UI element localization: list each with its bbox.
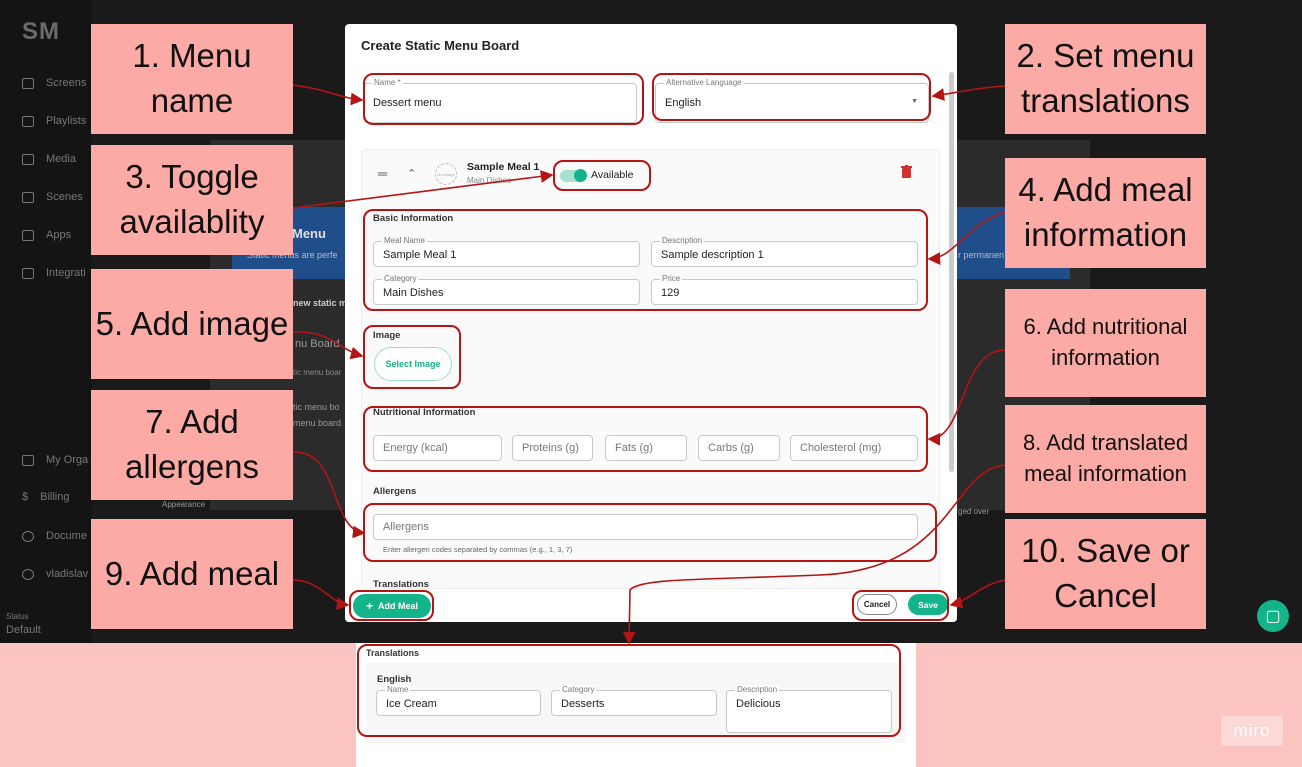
highlight-save-cancel bbox=[852, 590, 949, 621]
monitor-icon bbox=[22, 77, 34, 89]
bg-nav-media: Media bbox=[22, 153, 76, 165]
highlight-basic-info bbox=[363, 209, 928, 311]
miro-watermark: miro bbox=[1221, 716, 1283, 746]
callout-9: 9. Add meal bbox=[91, 519, 293, 629]
bg-tic-board: tic menu boar bbox=[293, 368, 342, 377]
plugin-icon bbox=[22, 267, 34, 279]
callout-8: 8. Add translated meal information bbox=[1005, 405, 1206, 513]
highlight-allergens bbox=[363, 503, 937, 562]
bg-menu-board: nu Board bbox=[295, 338, 340, 350]
grid-icon bbox=[22, 229, 34, 241]
bg-status-label: Status bbox=[6, 612, 29, 621]
callout-3: 3. Toggle availablity bbox=[91, 145, 293, 255]
bg-nav-apps: Apps bbox=[22, 229, 71, 241]
dollar-icon: $ bbox=[22, 491, 29, 503]
callout-10: 10. Save or Cancel bbox=[1005, 519, 1206, 629]
bg-nav-screens: Screens bbox=[22, 77, 86, 89]
playlist-icon bbox=[22, 115, 34, 127]
bg-menu-heading: Menu bbox=[292, 226, 326, 241]
callout-1: 1. Menu name bbox=[91, 24, 293, 134]
modal-title: Create Static Menu Board bbox=[361, 38, 520, 53]
delete-icon[interactable] bbox=[901, 165, 912, 178]
callout-7: 7. Add allergens bbox=[91, 390, 293, 500]
bg-tic-board2: tic menu bo bbox=[293, 402, 340, 412]
callout-4: 4. Add meal information bbox=[1005, 158, 1206, 268]
bg-nav-integrations: Integrati bbox=[22, 267, 86, 279]
bg-sidebar: SM Screens Playlists Media Scenes Apps I… bbox=[0, 0, 92, 643]
help-icon bbox=[22, 530, 34, 542]
highlight-image bbox=[363, 325, 461, 389]
bg-ged-over: ged over bbox=[958, 507, 990, 516]
highlight-toggle bbox=[553, 160, 651, 191]
callout-6: 6. Add nutritional information bbox=[1005, 289, 1206, 397]
highlight-language bbox=[652, 73, 931, 121]
bg-logo: SM bbox=[22, 18, 60, 45]
bg-appearance: Appearance bbox=[162, 500, 206, 509]
highlight-nutrition bbox=[363, 406, 928, 472]
allergens-title: Allergens bbox=[373, 486, 417, 497]
image-icon bbox=[22, 153, 34, 165]
highlight-translations bbox=[357, 644, 901, 737]
bg-nav-docs: Docume bbox=[22, 530, 87, 542]
meal-thumbnail: No Image bbox=[435, 163, 457, 185]
chevron-up-icon[interactable]: ⌃ bbox=[407, 167, 416, 180]
bg-menu-board2: menu board bbox=[293, 418, 342, 428]
modal-scrollbar[interactable] bbox=[949, 72, 954, 472]
bg-permanent-text: r permanen bbox=[958, 250, 1005, 260]
bg-nav-playlists: Playlists bbox=[22, 115, 86, 127]
drag-handle-icon[interactable]: ═ bbox=[378, 166, 387, 181]
account-icon bbox=[22, 568, 34, 580]
translations-title-cut: Translations bbox=[373, 579, 429, 590]
brush-icon bbox=[22, 191, 34, 203]
bg-nav-org: My Orga bbox=[22, 454, 88, 466]
bg-nav-scenes: Scenes bbox=[22, 191, 83, 203]
people-icon bbox=[22, 454, 34, 466]
callout-5: 5. Add image bbox=[91, 269, 293, 379]
highlight-add-meal bbox=[349, 590, 434, 621]
bg-nav-billing: $ Billing bbox=[22, 491, 70, 503]
bg-status-value: Default bbox=[6, 624, 41, 636]
meal-title: Sample Meal 1 bbox=[467, 161, 540, 173]
meal-subtitle: Main Dishes bbox=[467, 176, 512, 185]
highlight-name bbox=[363, 73, 644, 125]
chat-bubble-icon[interactable]: ▢ bbox=[1257, 600, 1289, 632]
bg-nav-user: vladislav bbox=[22, 568, 88, 580]
bg-new-static: new static m bbox=[293, 298, 348, 308]
callout-2: 2. Set menu translations bbox=[1005, 24, 1206, 134]
